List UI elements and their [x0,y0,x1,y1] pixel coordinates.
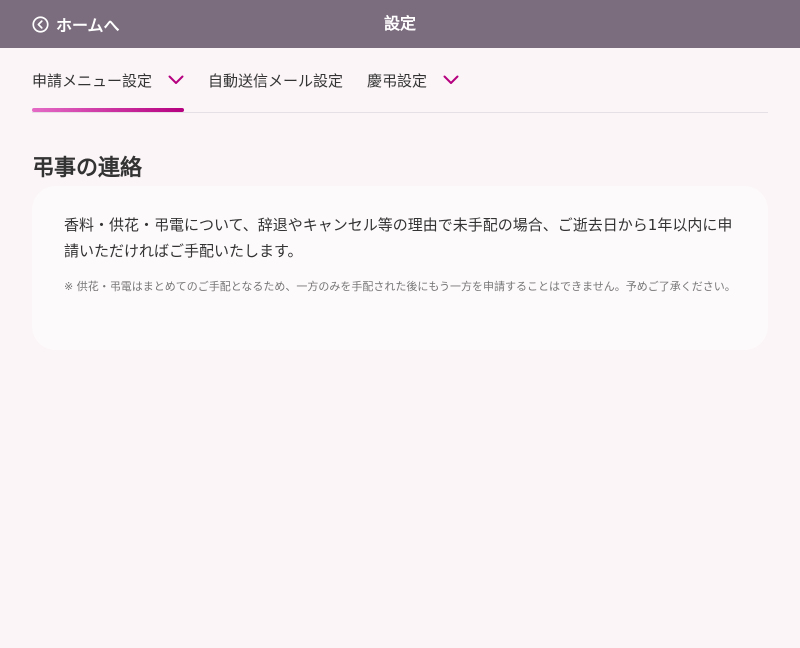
tab-auto-email-settings[interactable]: 自動送信メール設定 [208,48,343,112]
tab-label: 申請メニュー設定 [32,71,153,90]
section-title: 弔事の連絡 [32,156,143,181]
chevron-down-icon [443,75,459,84]
chevron-left-circle-icon [32,15,49,33]
tab-congratulations-condolences-settings[interactable]: 慶弔設定 [367,48,459,112]
tab-label: 慶弔設定 [367,71,428,90]
chevron-down-icon [168,75,184,84]
app-header: ホームへ 設定 [0,0,800,48]
page-title: 設定 [383,14,416,33]
tab-application-menu-settings[interactable]: 申請メニュー設定 [32,48,185,112]
back-home-button[interactable]: ホームへ [32,0,120,48]
settings-tabs: 申請メニュー設定 自動送信メール設定 慶弔設定 [32,48,768,113]
info-card: 香料・供花・弔電について、辞退やキャンセル等の理由で未手配の場合、ご逝去日から1… [32,186,768,350]
info-text: 香料・供花・弔電について、辞退やキャンセル等の理由で未手配の場合、ご逝去日から1… [64,216,733,260]
info-note: ※ 供花・弔電はまとめてのご手配となるため、一方のみを手配された後にもう一方を申… [64,280,736,293]
tab-label: 自動送信メール設定 [208,71,344,90]
back-home-label: ホームへ [56,16,120,35]
